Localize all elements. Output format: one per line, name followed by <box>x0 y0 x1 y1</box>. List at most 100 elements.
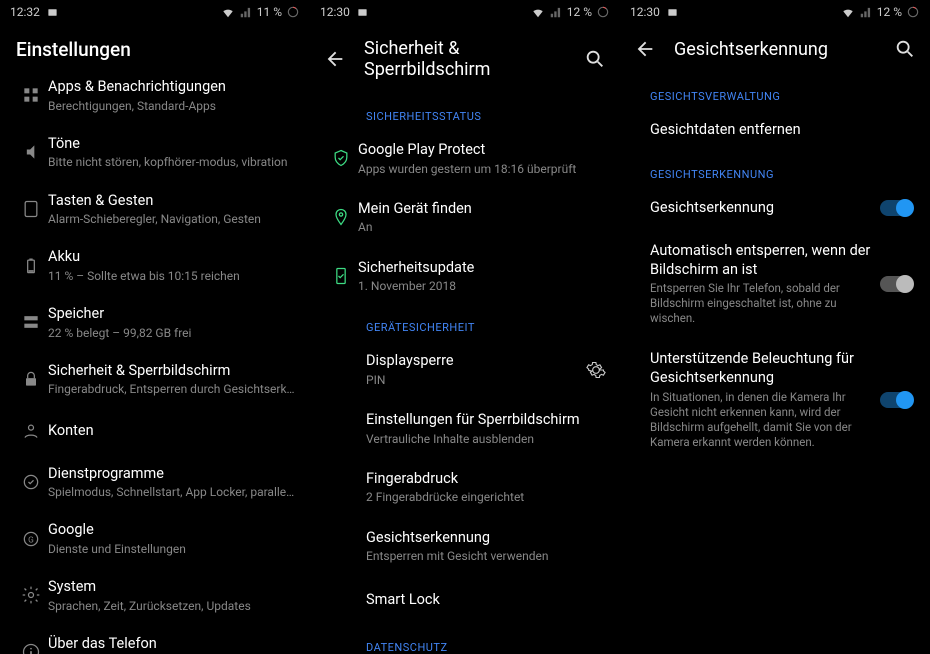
item-apps[interactable]: Apps & BenachrichtigungenBerechtigungen,… <box>0 67 310 124</box>
battery-icon <box>14 256 48 276</box>
location-icon <box>324 207 358 227</box>
page-title: Sicherheit & Sperrbildschirm <box>364 38 566 80</box>
item-sound[interactable]: TöneBitte nicht stören, kopfhörer-modus,… <box>0 124 310 181</box>
item-security[interactable]: Sicherheit & SperrbildschirmFingerabdruc… <box>0 351 310 408</box>
toggle-face-unlock[interactable]: Gesichtserkennung <box>620 187 930 230</box>
item-title: Smart Lock <box>366 590 606 610</box>
item-title: Speicher <box>48 304 296 324</box>
picture-icon <box>666 7 679 18</box>
page-title: Einstellungen <box>0 24 310 67</box>
header-bar: Sicherheit & Sperrbildschirm <box>310 24 620 94</box>
toggle-assistive-lighting[interactable]: Unterstützende Beleuchtung für Gesichtse… <box>620 338 930 461</box>
item-title: Google Play Protect <box>358 140 606 160</box>
item-title: Einstellungen für Sperrbildschirm <box>366 410 606 430</box>
section-face-unlock: Gesichtserkennung <box>620 152 930 187</box>
section-privacy: Datenschutz <box>310 625 620 654</box>
switch-icon[interactable] <box>880 200 912 216</box>
search-icon[interactable] <box>894 38 916 60</box>
item-title: Gesichtserkennung <box>366 528 606 548</box>
item-security-update[interactable]: Sicherheitsupdate1. November 2018 <box>310 247 620 306</box>
signal-icon <box>239 5 253 19</box>
item-accounts[interactable]: Konten <box>0 408 310 454</box>
item-face-unlock[interactable]: GesichtserkennungEntsperren mit Gesicht … <box>310 517 620 576</box>
status-bar: 12:32 11 % <box>0 0 310 24</box>
item-storage[interactable]: Speicher22 % belegt – 99,82 GB frei <box>0 294 310 351</box>
item-subtitle: Vertrauliche Inhalte ausblenden <box>366 431 606 447</box>
item-play-protect[interactable]: Google Play ProtectApps wurden gestern u… <box>310 129 620 188</box>
item-subtitle: PIN <box>366 372 576 388</box>
wifi-icon <box>841 5 855 19</box>
item-title: Apps & Benachrichtigungen <box>48 77 296 97</box>
toggle-auto-unlock[interactable]: Automatisch entsperren, wenn der Bildsch… <box>620 230 930 339</box>
security-settings: 12:30 12 % Sicherheit & Sperrbildschirm … <box>310 0 620 654</box>
battery-text: 12 % <box>877 5 902 19</box>
item-title: Sicherheitsupdate <box>358 258 606 278</box>
item-subtitle: An <box>358 219 606 235</box>
status-bar: 12:30 12 % <box>620 0 930 24</box>
item-subtitle: Spielmodus, Schnellstart, App Locker, pa… <box>48 484 296 500</box>
item-google[interactable]: G GoogleDienste und Einstellungen <box>0 510 310 567</box>
item-buttons[interactable]: Tasten & GestenAlarm-Schieberegler, Navi… <box>0 181 310 238</box>
item-subtitle: Fingerabdruck, Entsperren durch Gesichts… <box>48 381 296 397</box>
toggle-title: Gesichtserkennung <box>650 199 872 218</box>
google-icon: G <box>14 529 48 549</box>
item-title: Töne <box>48 134 296 154</box>
battery-ring-icon <box>596 5 610 19</box>
item-title: Gesichtdaten entfernen <box>650 121 904 140</box>
item-subtitle: Bitte nicht stören, kopfhörer-modus, vib… <box>48 154 296 170</box>
shield-check-icon <box>324 148 358 168</box>
battery-text: 12 % <box>567 5 592 19</box>
item-remove-face[interactable]: Gesichtdaten entfernen <box>620 109 930 152</box>
item-subtitle: Alarm-Schieberegler, Navigation, Gesten <box>48 211 296 227</box>
account-icon <box>14 421 48 441</box>
section-face-mgmt: Gesichtsverwaltung <box>620 74 930 109</box>
clock: 12:30 <box>320 5 350 19</box>
item-title: Über das Telefon <box>48 634 296 654</box>
switch-icon[interactable] <box>880 392 912 408</box>
item-battery[interactable]: Akku11 % – Sollte etwa bis 10:15 reichen <box>0 237 310 294</box>
battery-ring-icon <box>286 5 300 19</box>
status-bar: 12:30 12 % <box>310 0 620 24</box>
item-title: Konten <box>48 421 296 441</box>
wifi-icon <box>531 5 545 19</box>
toggle-subtitle: Entsperren Sie Ihr Telefon, sobald der B… <box>650 281 872 326</box>
toggle-subtitle: In Situationen, in denen die Kamera Ihr … <box>650 390 872 450</box>
info-icon <box>14 642 48 654</box>
utilities-icon <box>14 472 48 492</box>
page-title: Gesichtserkennung <box>674 39 876 60</box>
sound-icon <box>14 142 48 162</box>
header-bar: Gesichtserkennung <box>620 24 930 74</box>
item-title: Dienstprogramme <box>48 464 296 484</box>
item-subtitle: 11 % – Sollte etwa bis 10:15 reichen <box>48 268 296 284</box>
gear-icon[interactable] <box>586 360 606 380</box>
item-subtitle: Sprachen, Zeit, Zurücksetzen, Updates <box>48 598 296 614</box>
item-smart-lock[interactable]: Smart Lock <box>310 575 620 625</box>
back-icon[interactable] <box>634 38 656 60</box>
item-subtitle: 1. November 2018 <box>358 278 606 294</box>
picture-icon <box>356 7 369 18</box>
battery-ring-icon <box>906 5 920 19</box>
section-security-status: Sicherheitsstatus <box>310 94 620 129</box>
item-subtitle: Apps wurden gestern um 18:16 überprüft <box>358 161 606 177</box>
item-lockscreen-settings[interactable]: Einstellungen für SperrbildschirmVertrau… <box>310 399 620 458</box>
item-find-device[interactable]: Mein Gerät findenAn <box>310 188 620 247</box>
back-icon[interactable] <box>324 48 346 70</box>
search-icon[interactable] <box>584 48 606 70</box>
item-about[interactable]: Über das TelefonONEPLUS A6013 <box>0 624 310 654</box>
item-title: Sicherheit & Sperrbildschirm <box>48 361 296 381</box>
apps-icon <box>14 85 48 105</box>
item-screenlock[interactable]: DisplaysperrePIN <box>310 340 620 399</box>
item-subtitle: 22 % belegt – 99,82 GB frei <box>48 325 296 341</box>
svg-text:G: G <box>28 535 34 545</box>
switch-icon[interactable] <box>880 276 912 292</box>
clock: 12:30 <box>630 5 660 19</box>
item-system[interactable]: SystemSprachen, Zeit, Zurücksetzen, Upda… <box>0 567 310 624</box>
picture-icon <box>46 7 59 18</box>
item-title: Displaysperre <box>366 351 576 371</box>
settings-main: 12:32 11 % Einstellungen Apps & Benachri… <box>0 0 310 654</box>
item-utilities[interactable]: DienstprogrammeSpielmodus, Schnellstart,… <box>0 454 310 511</box>
item-title: Google <box>48 520 296 540</box>
item-subtitle: Entsperren mit Gesicht verwenden <box>366 548 606 564</box>
item-fingerprint[interactable]: Fingerabdruck2 Fingerabdrücke eingericht… <box>310 458 620 517</box>
lock-icon <box>14 369 48 389</box>
